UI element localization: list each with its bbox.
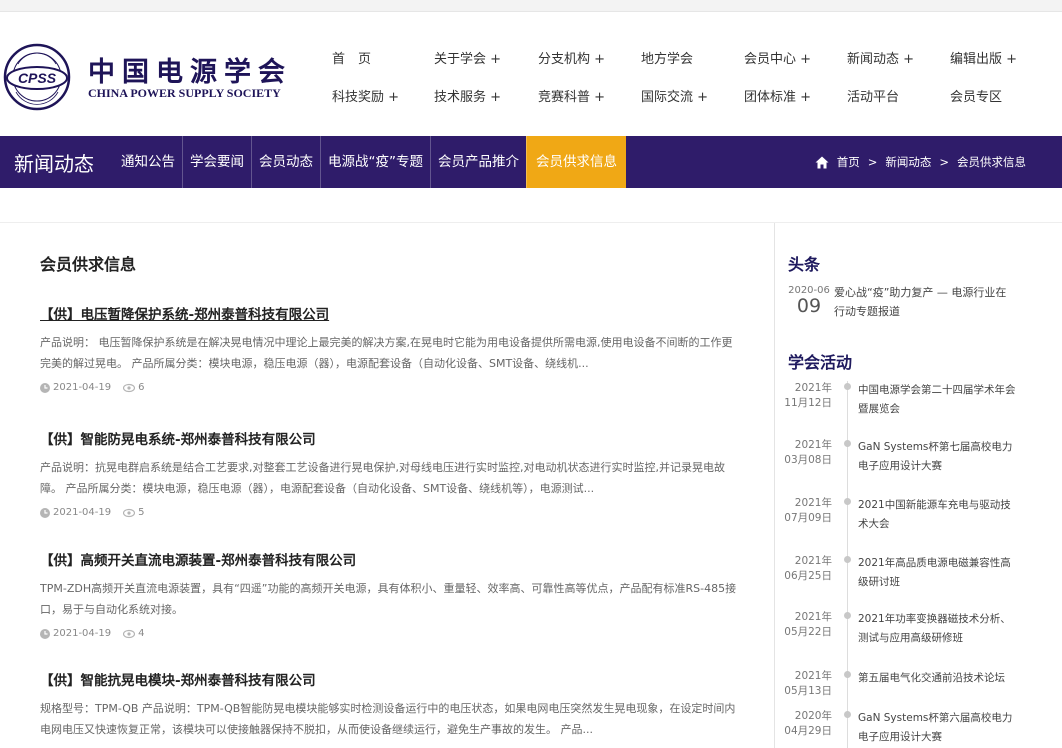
activity-link[interactable]: 第五届电气化交通前沿技术论坛 bbox=[858, 669, 1018, 688]
main-nav: 首 页 关于学会 + 分支机构 + 地方学会 会员中心 + 新闻动态 + 编辑出… bbox=[318, 42, 1058, 112]
headline-date: 2020-06 09 bbox=[788, 285, 830, 316]
timeline-dot bbox=[844, 498, 851, 505]
breadcrumb-current: 会员供求信息 bbox=[957, 155, 1026, 169]
nav-item-home[interactable]: 首 页 bbox=[332, 48, 371, 67]
nav-item-international[interactable]: 国际交流 + bbox=[641, 86, 708, 105]
section-tabs: 通知公告 学会要闻 会员动态 电源战“疫”专题 会员产品推介 会员供求信息 bbox=[114, 136, 626, 188]
article-title[interactable]: 【供】高频开关直流电源装置-郑州泰普科技有限公司 bbox=[40, 549, 740, 569]
list-title: 会员供求信息 bbox=[40, 255, 137, 274]
headline-heading: 头条 bbox=[788, 255, 821, 274]
nav-item-publishing[interactable]: 编辑出版 + bbox=[950, 48, 1017, 67]
activity-date: 2021年 11月12日 bbox=[784, 382, 832, 409]
timeline-line bbox=[847, 381, 848, 748]
brand-name-cn: 中国电源学会 bbox=[88, 57, 292, 88]
nav-item-branches[interactable]: 分支机构 + bbox=[538, 48, 605, 67]
timeline-dot bbox=[844, 711, 851, 718]
eye-icon bbox=[123, 629, 136, 638]
activity-date: 2021年 03月08日 bbox=[784, 439, 832, 466]
article-item: 【供】电压暂降保护系统-郑州泰普科技有限公司 产品说明： 电压暂降保护系统是在解… bbox=[40, 303, 740, 393]
nav-item-tech-services[interactable]: 技术服务 + bbox=[434, 86, 501, 105]
article-item: 【供】智能防晃电系统-郑州泰普科技有限公司 产品说明：抗晃电群启系统是结合工艺要… bbox=[40, 428, 740, 518]
nav-item-competitions[interactable]: 竞赛科普 + bbox=[538, 86, 605, 105]
breadcrumb-home[interactable]: 首页 bbox=[837, 136, 860, 188]
tab-supply-demand[interactable]: 会员供求信息 bbox=[526, 136, 626, 188]
section-title: 新闻动态 bbox=[14, 152, 94, 176]
article-description: 产品说明：抗晃电群启系统是结合工艺要求,对整套工艺设备进行晃电保护,对母线电压进… bbox=[40, 461, 725, 495]
timeline-dot bbox=[844, 612, 851, 619]
home-icon[interactable] bbox=[815, 156, 829, 169]
timeline-dot bbox=[844, 671, 851, 678]
timeline-dot bbox=[844, 556, 851, 563]
nav-item-standards[interactable]: 团体标准 + bbox=[744, 86, 811, 105]
activity-link[interactable]: 2021中国新能源车充电与驱动技术大会 bbox=[858, 496, 1018, 534]
emblem-text: CPSS bbox=[18, 70, 57, 86]
article-description: TPM-ZDH高频开关直流电源装置，具有“四遥”功能的高频开关电源，具有体积小、… bbox=[40, 582, 737, 616]
article-description: 产品说明： 电压暂降保护系统是在解决晃电情况中理论上最完美的解决方案,在晃电时它… bbox=[40, 336, 733, 370]
activity-link[interactable]: 中国电源学会第二十四届学术年会暨展览会 bbox=[858, 381, 1018, 419]
content-area: 会员供求信息 【供】电压暂降保护系统-郑州泰普科技有限公司 产品说明： 电压暂降… bbox=[0, 222, 1062, 748]
activity-date: 2021年 07月09日 bbox=[784, 497, 832, 524]
tab-notices[interactable]: 通知公告 bbox=[114, 136, 182, 188]
breadcrumb-separator: > bbox=[939, 155, 949, 169]
article-item: 【供】高频开关直流电源装置-郑州泰普科技有限公司 TPM-ZDH高频开关直流电源… bbox=[40, 549, 740, 639]
article-meta: 2021-04-19 5 bbox=[40, 507, 740, 518]
timeline-dot bbox=[844, 440, 851, 447]
headline-link[interactable]: 爱心战“疫”助力复产 — 电源行业在行动专题报道 bbox=[834, 283, 1014, 321]
article-meta: 2021-04-19 6 bbox=[40, 382, 740, 393]
nav-item-news[interactable]: 新闻动态 + bbox=[847, 48, 914, 67]
nav-item-about[interactable]: 关于学会 + bbox=[434, 48, 501, 67]
tab-epidemic-special[interactable]: 电源战“疫”专题 bbox=[320, 136, 430, 188]
clock-icon bbox=[40, 628, 50, 639]
article-date: 2021-04-19 bbox=[53, 382, 112, 393]
article-date: 2021-04-19 bbox=[53, 628, 112, 639]
breadcrumb-separator: > bbox=[867, 155, 878, 169]
article-date: 2021-04-19 bbox=[53, 507, 112, 518]
activity-link[interactable]: 2021年功率变换器磁技术分析、测试与应用高级研修班 bbox=[858, 610, 1018, 648]
top-strip bbox=[0, 0, 1062, 12]
activity-link[interactable]: GaN Systems杯第六届高校电力电子应用设计大赛 bbox=[858, 709, 1018, 747]
tab-society-news[interactable]: 学会要闻 bbox=[182, 136, 251, 188]
brand-name-en: CHINA POWER SUPPLY SOCIETY bbox=[88, 86, 281, 100]
nav-item-member-zone[interactable]: 会员专区 bbox=[950, 86, 1002, 105]
timeline-dot bbox=[844, 383, 851, 390]
article-description: 规格型号：TPM-QB 产品说明：TPM-QB智能防晃电模块能够实时检测设备运行… bbox=[40, 702, 736, 736]
activity-link[interactable]: GaN Systems杯第七届高校电力电子应用设计大赛 bbox=[858, 438, 1018, 476]
tab-member-products[interactable]: 会员产品推介 bbox=[430, 136, 526, 188]
activity-date: 2021年 06月25日 bbox=[784, 555, 832, 582]
section-bar: 新闻动态 通知公告 学会要闻 会员动态 电源战“疫”专题 会员产品推介 会员供求… bbox=[0, 136, 1062, 188]
activity-link[interactable]: 2021年高品质电源电磁兼容性高级研讨班 bbox=[858, 554, 1018, 592]
clock-icon bbox=[40, 507, 50, 518]
site-header: CPSS 中国电源学会 CHINA POWER SUPPLY SOCIETY 首… bbox=[0, 12, 1062, 136]
article-views: 4 bbox=[138, 628, 145, 639]
article-title[interactable]: 【供】智能防晃电系统-郑州泰普科技有限公司 bbox=[40, 428, 740, 448]
breadcrumb: 首页 > 新闻动态 > 会员供求信息 bbox=[815, 136, 1026, 188]
nav-item-events[interactable]: 活动平台 bbox=[847, 86, 899, 105]
article-views: 6 bbox=[138, 382, 145, 393]
nav-item-local[interactable]: 地方学会 bbox=[641, 48, 693, 67]
cpss-emblem-icon: CPSS bbox=[3, 43, 71, 111]
activity-date: 2021年 05月13日 bbox=[784, 670, 832, 697]
activity-date: 2020年 04月29日 bbox=[784, 710, 832, 737]
activities-heading: 学会活动 bbox=[788, 353, 853, 372]
tab-member-news[interactable]: 会员动态 bbox=[251, 136, 320, 188]
eye-icon bbox=[123, 508, 136, 517]
headline-day: 09 bbox=[796, 295, 822, 317]
article-list-panel: 会员供求信息 【供】电压暂降保护系统-郑州泰普科技有限公司 产品说明： 电压暂降… bbox=[0, 223, 775, 748]
site-logo[interactable]: CPSS 中国电源学会 CHINA POWER SUPPLY SOCIETY bbox=[2, 42, 292, 112]
article-item: 【供】智能抗晃电模块-郑州泰普科技有限公司 规格型号：TPM-QB 产品说明：T… bbox=[40, 669, 740, 740]
nav-item-members[interactable]: 会员中心 + bbox=[744, 48, 811, 67]
article-title[interactable]: 【供】智能抗晃电模块-郑州泰普科技有限公司 bbox=[40, 669, 740, 689]
sidebar: 头条 2020-06 09 爱心战“疫”助力复产 — 电源行业在行动专题报道 学… bbox=[776, 223, 1062, 748]
clock-icon bbox=[40, 382, 50, 393]
nav-item-awards[interactable]: 科技奖励 + bbox=[332, 86, 399, 105]
eye-icon bbox=[123, 383, 136, 392]
article-views: 5 bbox=[138, 507, 145, 518]
activity-date: 2021年 05月22日 bbox=[784, 611, 832, 638]
article-meta: 2021-04-19 4 bbox=[40, 628, 740, 639]
breadcrumb-news[interactable]: 新闻动态 bbox=[885, 136, 931, 188]
article-title[interactable]: 【供】电压暂降保护系统-郑州泰普科技有限公司 bbox=[40, 303, 740, 323]
